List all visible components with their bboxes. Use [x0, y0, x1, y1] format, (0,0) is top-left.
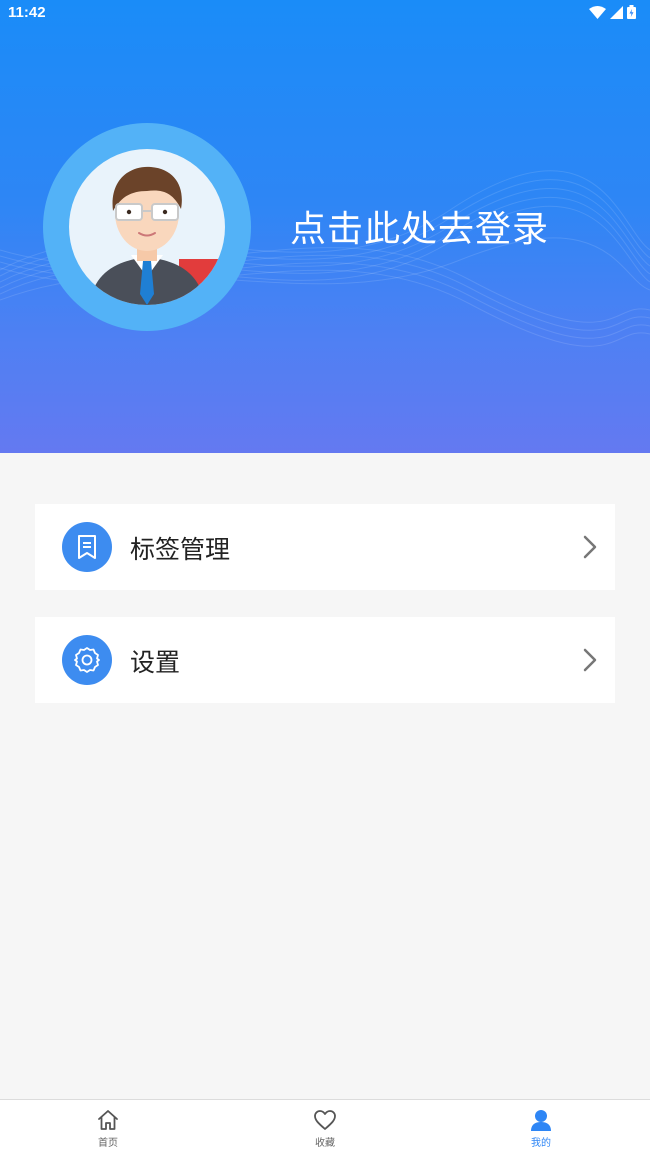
- tab-label: 收藏: [315, 1138, 335, 1149]
- tab-home[interactable]: 首页: [68, 1100, 148, 1155]
- menu-item-settings[interactable]: 设置: [35, 617, 615, 703]
- login-prompt[interactable]: 点击此处去登录: [290, 200, 549, 252]
- heart-icon: [314, 1110, 336, 1130]
- signal-icon: [610, 5, 623, 19]
- chevron-right-icon: [583, 648, 597, 672]
- menu-item-tag-management[interactable]: 标签管理: [35, 504, 615, 590]
- profile-header: 11:42 点击此处去登录: [0, 0, 650, 453]
- menu-item-label: 标签管理: [130, 535, 231, 564]
- tab-label: 首页: [98, 1138, 118, 1149]
- tab-label: 我的: [531, 1138, 551, 1149]
- wifi-icon: [589, 5, 606, 19]
- gear-icon: [62, 635, 112, 685]
- home-icon: [98, 1110, 118, 1130]
- tab-favorites[interactable]: 收藏: [285, 1100, 365, 1155]
- status-icons: [589, 5, 636, 19]
- status-bar: 11:42: [0, 0, 650, 26]
- chevron-right-icon: [583, 535, 597, 559]
- battery-icon: [627, 5, 636, 19]
- bottom-tab-bar: 首页 收藏 我的: [0, 1099, 650, 1155]
- status-time: 11:42: [8, 4, 46, 21]
- avatar-image: [69, 149, 225, 305]
- user-icon: [531, 1110, 551, 1131]
- menu-item-label: 设置: [130, 648, 181, 677]
- tab-mine[interactable]: 我的: [501, 1100, 581, 1155]
- bookmark-icon: [62, 522, 112, 572]
- avatar[interactable]: [43, 123, 251, 331]
